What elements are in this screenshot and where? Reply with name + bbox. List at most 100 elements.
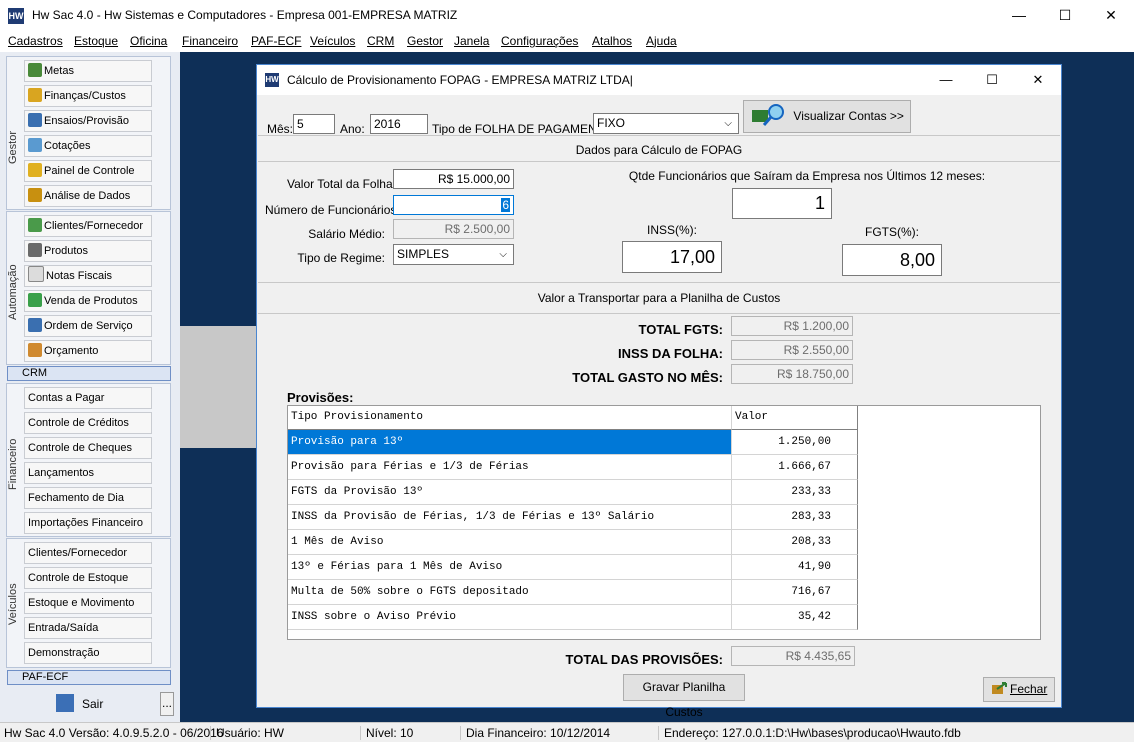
- table-row-valor[interactable]: 35,42: [732, 605, 858, 630]
- sidebar-item-entrada-saida[interactable]: Entrada/Saída: [24, 617, 152, 639]
- group-label-financeiro: Financeiro: [7, 438, 19, 490]
- separator: [258, 282, 1060, 283]
- table-row-tipo[interactable]: 13º e Férias para 1 Mês de Aviso: [288, 555, 732, 580]
- menu-paf-ecf[interactable]: PAF-ECF: [251, 34, 301, 48]
- gravar-planilha-button[interactable]: Gravar Planilha Custos: [623, 674, 745, 719]
- table-row-valor[interactable]: 208,33: [732, 530, 858, 555]
- menu-gestor[interactable]: Gestor: [407, 34, 443, 48]
- table-row-valor[interactable]: 1.666,67: [732, 455, 858, 480]
- sidebar-item-ensaios-provisao[interactable]: Ensaios/Provisão: [24, 110, 152, 132]
- qtde-funcionarios-input[interactable]: 1: [732, 188, 832, 219]
- sidebar-group-veiculos: Veículos Clientes/Fornecedor Controle de…: [6, 538, 171, 668]
- table-row-valor[interactable]: 283,33: [732, 505, 858, 530]
- menu-atalhos[interactable]: Atalhos: [592, 34, 632, 48]
- sidebar-group-automacao: Automação Clientes/Fornecedor Produtos N…: [6, 211, 171, 365]
- sidebar-item-importacoes-financeiro[interactable]: Importações Financeiro: [24, 512, 152, 534]
- sidebar-group-financeiro: Financeiro Contas a Pagar Controle de Cr…: [6, 383, 171, 537]
- menu-estoque[interactable]: Estoque: [74, 34, 118, 48]
- total-fgts-field: R$ 1.200,00: [731, 316, 853, 336]
- menu-ajuda[interactable]: Ajuda: [646, 34, 677, 48]
- sidebar-item-clientes-fornecedor[interactable]: Clientes/Fornecedor: [24, 215, 152, 237]
- table-row-valor[interactable]: 41,90: [732, 555, 858, 580]
- tipo-folha-select[interactable]: FIXO ⌵: [593, 113, 739, 134]
- exit-door-icon: [991, 682, 1007, 694]
- sidebar-item-venda-produtos[interactable]: Venda de Produtos: [24, 290, 152, 312]
- inss-folha-label: INSS DA FOLHA:: [618, 346, 723, 361]
- sidebar-item-demonstracao[interactable]: Demonstração: [24, 642, 152, 664]
- sidebar-item-analise-dados[interactable]: Análise de Dados: [24, 185, 152, 207]
- menu-crm[interactable]: CRM: [367, 34, 394, 48]
- sidebar-item-cotacoes[interactable]: Cotações: [24, 135, 152, 157]
- close-button[interactable]: ✕: [1088, 0, 1134, 31]
- sidebar-item-controle-cheques[interactable]: Controle de Cheques: [24, 437, 152, 459]
- sidebar-item-financas-custos[interactable]: Finanças/Custos: [24, 85, 152, 107]
- budget-icon: [28, 343, 42, 357]
- table-row-tipo[interactable]: FGTS da Provisão 13º: [288, 480, 732, 505]
- dialog-close-button[interactable]: ✕: [1015, 65, 1061, 95]
- exit-icon: [56, 694, 74, 712]
- sidebar-item-veiculos-clientes[interactable]: Clientes/Fornecedor: [24, 542, 152, 564]
- mes-input[interactable]: 5: [293, 114, 335, 134]
- sair-button[interactable]: Sair: [56, 692, 150, 716]
- table-row-tipo[interactable]: Multa de 50% sobre o FGTS depositado: [288, 580, 732, 605]
- sidebar-item-metas[interactable]: Metas: [24, 60, 152, 82]
- visualizar-contas-button[interactable]: Visualizar Contas >>: [743, 100, 911, 133]
- column-header-valor[interactable]: Valor: [732, 406, 858, 430]
- menu-cadastros[interactable]: Cadastros: [8, 34, 63, 48]
- num-funcionarios-input[interactable]: 6: [393, 195, 514, 215]
- table-row-tipo[interactable]: INSS da Provisão de Férias, 1/3 de Féria…: [288, 505, 732, 530]
- table-row-tipo[interactable]: INSS sobre o Aviso Prévio: [288, 605, 732, 630]
- sidebar-item-produtos[interactable]: Produtos: [24, 240, 152, 262]
- sidebar-item-controle-estoque[interactable]: Controle de Estoque: [24, 567, 152, 589]
- table-row-tipo[interactable]: Provisão para 13º: [288, 430, 732, 455]
- fechar-button[interactable]: Fechar: [983, 677, 1055, 702]
- minimize-button[interactable]: —: [996, 0, 1042, 31]
- menu-janela[interactable]: Janela: [454, 34, 489, 48]
- dialog-minimize-button[interactable]: —: [923, 65, 969, 95]
- fgts-input[interactable]: 8,00: [842, 244, 942, 276]
- sidebar-item-notas-fiscais[interactable]: Notas Fiscais: [24, 265, 152, 287]
- total-gasto-field: R$ 18.750,00: [731, 364, 853, 384]
- maximize-button[interactable]: ☐: [1042, 0, 1088, 31]
- more-button[interactable]: ...: [160, 692, 174, 716]
- document-icon: [28, 266, 44, 282]
- dialog-title-bar: HW Cálculo de Provisionamento FOPAG - EM…: [257, 65, 1061, 95]
- chart-icon: [28, 113, 42, 127]
- salario-medio-label: Salário Médio:: [308, 227, 385, 241]
- valor-total-input[interactable]: R$ 15.000,00: [393, 169, 514, 189]
- tipo-regime-select[interactable]: SIMPLES ⌵: [393, 244, 514, 265]
- menu-financeiro[interactable]: Financeiro: [182, 34, 238, 48]
- menu-oficina[interactable]: Oficina: [130, 34, 167, 48]
- metas-icon: [28, 63, 42, 77]
- menu-veiculos[interactable]: Veículos: [310, 34, 355, 48]
- dialog-logo-icon: HW: [265, 73, 279, 87]
- sidebar-item-lancamentos[interactable]: Lançamentos: [24, 462, 152, 484]
- service-order-icon: [28, 318, 42, 332]
- sidebar-item-fechamento-dia[interactable]: Fechamento de Dia: [24, 487, 152, 509]
- sidebar-item-ordem-servico[interactable]: Ordem de Serviço: [24, 315, 152, 337]
- ano-label: Ano:: [340, 122, 365, 136]
- sidebar-item-controle-creditos[interactable]: Controle de Créditos: [24, 412, 152, 434]
- sidebar-item-painel-controle[interactable]: Painel de Controle: [24, 160, 152, 182]
- inss-label: INSS(%):: [646, 223, 697, 237]
- table-row-valor[interactable]: 716,67: [732, 580, 858, 605]
- mes-label: Mês:: [267, 122, 294, 136]
- ano-input[interactable]: 2016: [370, 114, 428, 134]
- fgts-label: FGTS(%):: [865, 225, 919, 239]
- sidebar-group-paf-ecf[interactable]: PAF-ECF: [7, 670, 171, 685]
- chevron-down-icon: ⌵: [724, 118, 732, 129]
- salario-medio-field: R$ 2.500,00: [393, 219, 514, 239]
- menu-configuracoes[interactable]: Configurações: [501, 34, 578, 48]
- table-row-valor[interactable]: 233,33: [732, 480, 858, 505]
- table-row-valor[interactable]: 1.250,00: [732, 430, 858, 455]
- dialog-maximize-button[interactable]: ☐: [969, 65, 1015, 95]
- column-header-tipo[interactable]: Tipo Provisionamento: [288, 406, 732, 430]
- sidebar-item-estoque-movimento[interactable]: Estoque e Movimento: [24, 592, 152, 614]
- inss-input[interactable]: 17,00: [622, 241, 722, 273]
- provisoes-table[interactable]: Tipo Provisionamento Valor Provisão para…: [287, 405, 1041, 640]
- sidebar-group-crm[interactable]: CRM: [7, 366, 171, 381]
- table-row-tipo[interactable]: Provisão para Férias e 1/3 de Férias: [288, 455, 732, 480]
- sidebar-item-orcamento[interactable]: Orçamento: [24, 340, 152, 362]
- table-row-tipo[interactable]: 1 Mês de Aviso: [288, 530, 732, 555]
- sidebar-item-contas-pagar[interactable]: Contas a Pagar: [24, 387, 152, 409]
